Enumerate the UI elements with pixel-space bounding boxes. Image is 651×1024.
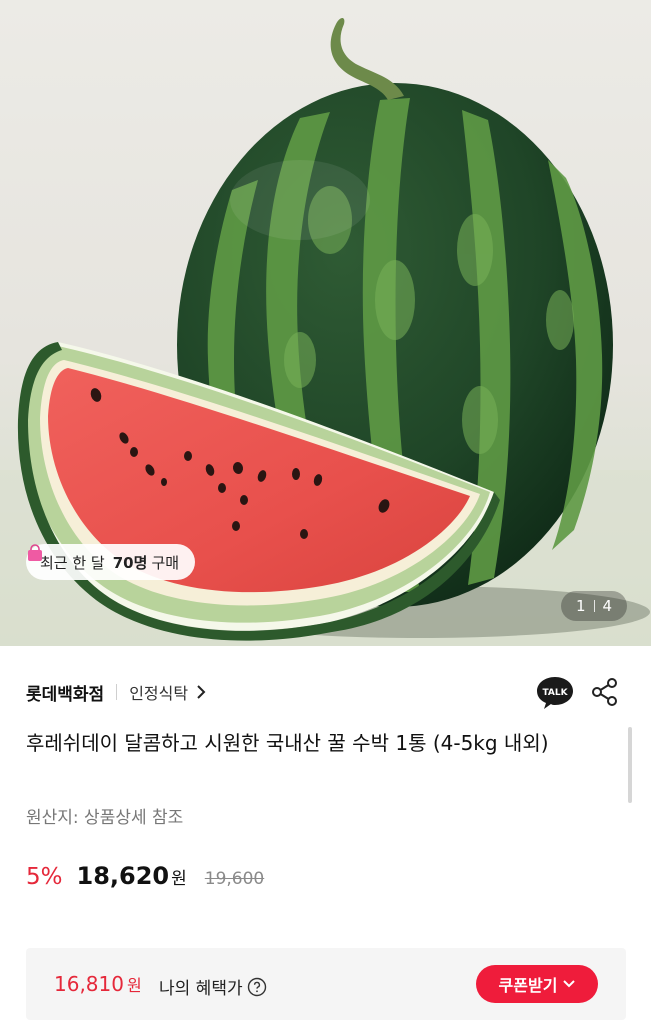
purchase-count-badge: 최근 한 달 70명 구매: [26, 544, 196, 580]
benefit-label-group: 나의 혜택가: [159, 974, 267, 999]
benefit-box: 16,810 원 나의 혜택가 쿠폰받기: [26, 948, 626, 1020]
help-icon[interactable]: [247, 977, 267, 997]
category-label: 인정식탁: [129, 684, 189, 703]
coupon-label: 쿠폰받기: [498, 976, 558, 995]
chevron-right-icon: [197, 685, 206, 699]
share-icon[interactable]: [590, 677, 620, 707]
product-title: 후레쉬데이 달콤하고 시원한 국내산 꿀 수박 1통 (4-5kg 내외): [26, 731, 549, 755]
shopping-bag-icon: [28, 544, 42, 561]
pager-total: 4: [602, 597, 613, 615]
benefit-label: 나의 혜택가: [159, 979, 243, 999]
product-origin: 원산지: 상품상세 참조: [26, 808, 184, 828]
badge-suffix: 구매: [151, 553, 180, 572]
coupon-button[interactable]: 쿠폰받기: [476, 965, 598, 1003]
benefit-price-group: 16,810 원: [54, 972, 142, 996]
sale-price: 18,620: [76, 862, 170, 890]
discount-rate: 5%: [26, 864, 63, 890]
benefit-currency: 원: [126, 976, 142, 995]
scrollbar[interactable]: [628, 727, 632, 803]
product-image[interactable]: 최근 한 달 70명 구매 1 4: [0, 0, 651, 646]
divider: [116, 684, 118, 700]
talk-label: TALK: [542, 688, 568, 698]
pager-separator: [593, 600, 595, 612]
category-link[interactable]: 인정식탁: [129, 680, 206, 704]
pager-current: 1: [575, 597, 586, 615]
badge-prefix: 최근 한 달: [40, 553, 105, 572]
brand-link[interactable]: 롯데백화점: [26, 680, 104, 705]
image-pager: 1 4: [561, 591, 627, 621]
kakao-talk-button[interactable]: TALK: [536, 675, 574, 711]
benefit-price: 16,810: [54, 972, 124, 996]
sale-price-currency: 원: [171, 869, 187, 889]
original-price: 19,600: [204, 869, 265, 889]
badge-count: 70명: [112, 553, 148, 572]
chevron-down-icon: [563, 980, 576, 988]
price-row: 5% 18,620 원 19,600: [26, 862, 264, 902]
